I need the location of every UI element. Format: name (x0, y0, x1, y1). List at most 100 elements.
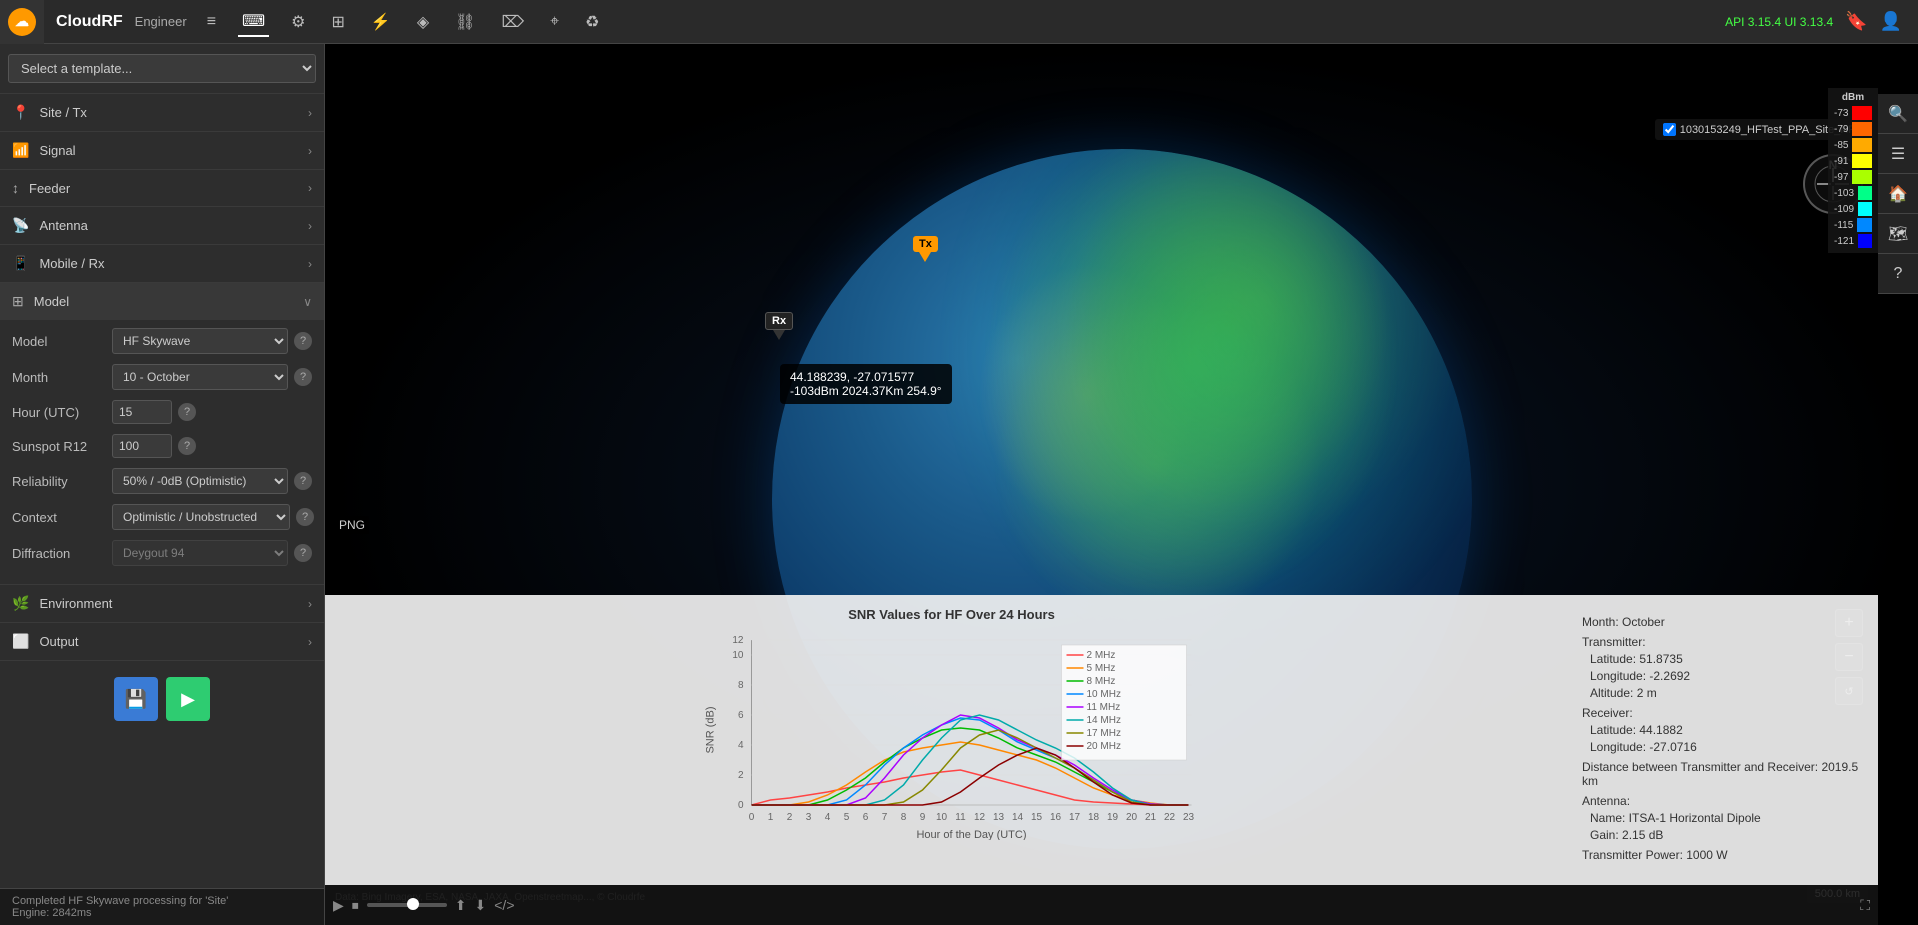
fullscreen-icon[interactable]: ⛶ (1860, 897, 1870, 914)
slider-thumb[interactable] (407, 898, 419, 910)
nav-hamburger-icon[interactable]: ≡ (203, 9, 220, 35)
svg-text:4: 4 (825, 812, 831, 823)
save-button[interactable]: 💾 (114, 677, 158, 721)
legend-color-103 (1858, 186, 1872, 200)
svg-text:17 MHz: 17 MHz (1087, 728, 1121, 739)
antenna-label: Antenna (39, 218, 87, 233)
book-icon[interactable]: 🔖 (1845, 11, 1867, 32)
timeline-slider[interactable] (367, 903, 447, 907)
chart-info-antenna-header: Antenna: (1582, 794, 1862, 808)
status-line2: Engine: 2842ms (12, 907, 313, 919)
chart-info-antenna: Antenna: Name: ITSA-1 Horizontal Dipole … (1582, 794, 1862, 842)
svg-text:0: 0 (738, 800, 744, 811)
reliability-help-icon[interactable]: ? (294, 472, 312, 490)
template-select[interactable]: Select a template... (8, 54, 316, 83)
legend-row-121: -121 (1830, 233, 1876, 249)
app-logo: ☁ (0, 0, 44, 44)
output-chevron: › (308, 635, 312, 649)
antenna-header[interactable]: 📡 Antenna › (0, 207, 324, 244)
legend-bar: dBm -73 -79 -85 -91 -97 -103 -109 (1828, 88, 1878, 253)
nav-node-icon[interactable]: ◈ (413, 8, 433, 36)
svg-text:23: 23 (1183, 812, 1195, 823)
model-help-icon[interactable]: ? (294, 332, 312, 350)
antenna-section: 📡 Antenna › (0, 207, 324, 245)
legend-row-97: -97 (1830, 169, 1876, 185)
stop-icon[interactable]: ⏹ (352, 897, 359, 914)
model-field-label: Model (12, 334, 112, 349)
month-help-icon[interactable]: ? (294, 368, 312, 386)
nav-target-icon[interactable]: ⌖ (546, 9, 563, 35)
signal-chevron: › (308, 144, 312, 158)
run-button[interactable]: ▶ (166, 677, 210, 721)
environment-icon: 🌿 (12, 595, 29, 612)
site-tx-header[interactable]: 📍 Site / Tx › (0, 94, 324, 131)
site-tx-section: 📍 Site / Tx › (0, 94, 324, 132)
download-icon[interactable]: ⬇ (475, 897, 487, 914)
svg-text:7: 7 (882, 812, 888, 823)
reliability-field-label: Reliability (12, 474, 112, 489)
hour-help-icon[interactable]: ? (178, 403, 196, 421)
list-button[interactable]: ☰ (1878, 134, 1918, 174)
sunspot-help-icon[interactable]: ? (178, 437, 196, 455)
feeder-icon: ↕ (12, 180, 19, 196)
svg-text:3: 3 (806, 812, 812, 823)
feeder-header[interactable]: ↕ Feeder › (0, 170, 324, 206)
api-version-label: API 3.15.4 UI 3.13.4 (1725, 15, 1833, 29)
chart-info-tx-alt: Altitude: 2 m (1582, 686, 1862, 700)
legend-color-109 (1858, 202, 1872, 216)
help-button[interactable]: ? (1878, 254, 1918, 294)
play-icon[interactable]: ▶ (333, 897, 344, 914)
rx-badge: Rx (765, 312, 793, 330)
chart-svg-container: 0 2 4 6 8 10 12 SNR (dB) 0 1 2 3 4 5 (341, 630, 1562, 877)
context-help-icon[interactable]: ? (296, 508, 314, 526)
signal-header[interactable]: 📶 Signal › (0, 132, 324, 169)
context-field-select[interactable]: Optimistic / Unobstructed Average / Some… (112, 504, 290, 530)
svg-text:6: 6 (863, 812, 869, 823)
nav-recycle-icon[interactable]: ♻ (581, 8, 603, 36)
svg-text:Hour of the Day (UTC): Hour of the Day (UTC) (916, 829, 1026, 840)
signal-section: 📶 Signal › (0, 132, 324, 170)
environment-header[interactable]: 🌿 Environment › (0, 585, 324, 622)
chart-info-power-text: Transmitter Power: 1000 W (1582, 848, 1862, 862)
mobile-rx-label: Mobile / Rx (39, 256, 104, 271)
nav-keyboard-icon[interactable]: ⌨ (238, 7, 269, 37)
diffraction-field-select[interactable]: Deygout 94 Fresnel ITU-R P.526 (112, 540, 288, 566)
hour-field-input[interactable] (112, 400, 172, 424)
search-map-button[interactable]: 🔍 (1878, 94, 1918, 134)
status-line1: Completed HF Skywave processing for 'Sit… (12, 895, 313, 907)
upload-icon[interactable]: ⬆ (455, 897, 467, 914)
nav-bolt-icon[interactable]: ⚡ (367, 8, 395, 36)
output-header[interactable]: ⬜ Output › (0, 623, 324, 660)
layers-button[interactable]: 🗺 (1878, 214, 1918, 254)
model-field-select[interactable]: HF Skywave ITM LOS FSPL (112, 328, 288, 354)
user-icon[interactable]: 👤 (1880, 11, 1902, 32)
layer-checkbox[interactable] (1663, 123, 1676, 136)
nav-arrow-icon[interactable]: ⌦ (497, 8, 528, 36)
nav-tools-icon[interactable]: ⚙ (287, 8, 309, 36)
diffraction-help-icon[interactable]: ? (294, 544, 312, 562)
home-button[interactable]: 🏠 (1878, 174, 1918, 214)
model-fields: Model HF Skywave ITM LOS FSPL ? Month 1 … (0, 320, 324, 584)
tx-marker[interactable]: Tx (913, 236, 938, 262)
rx-marker[interactable]: Rx (765, 312, 793, 340)
map-area[interactable]: Tx Rx 44.188239, -27.071577 -103dBm 2024… (325, 44, 1918, 925)
svg-text:20 MHz: 20 MHz (1087, 741, 1121, 752)
code-icon[interactable]: </> (494, 897, 514, 913)
nav-link-icon[interactable]: ⛓ (451, 8, 479, 36)
chart-info-distance-text: Distance between Transmitter and Receive… (1582, 760, 1862, 788)
output-section: ⬜ Output › (0, 623, 324, 661)
context-field-row: Context Optimistic / Unobstructed Averag… (12, 504, 312, 530)
site-tx-label: Site / Tx (39, 105, 86, 120)
hour-field-label: Hour (UTC) (12, 405, 112, 420)
sunspot-field-input[interactable] (112, 434, 172, 458)
legend-color-121 (1858, 234, 1872, 248)
month-field-select[interactable]: 1 - January 2 - February 3 - March 4 - A… (112, 364, 288, 390)
right-toolbar: 🔍 ☰ 🏠 🗺 ? (1878, 94, 1918, 294)
svg-text:13: 13 (993, 812, 1005, 823)
nav-grid-icon[interactable]: ⊞ (327, 8, 348, 36)
diffraction-field-label: Diffraction (12, 546, 112, 561)
reliability-field-select[interactable]: 50% / -0dB (Optimistic) 90% / -5.6dB 95%… (112, 468, 288, 494)
mobile-rx-header[interactable]: 📱 Mobile / Rx › (0, 245, 324, 282)
environment-chevron: › (308, 597, 312, 611)
model-header[interactable]: ⊞ Model ∨ (0, 283, 324, 320)
